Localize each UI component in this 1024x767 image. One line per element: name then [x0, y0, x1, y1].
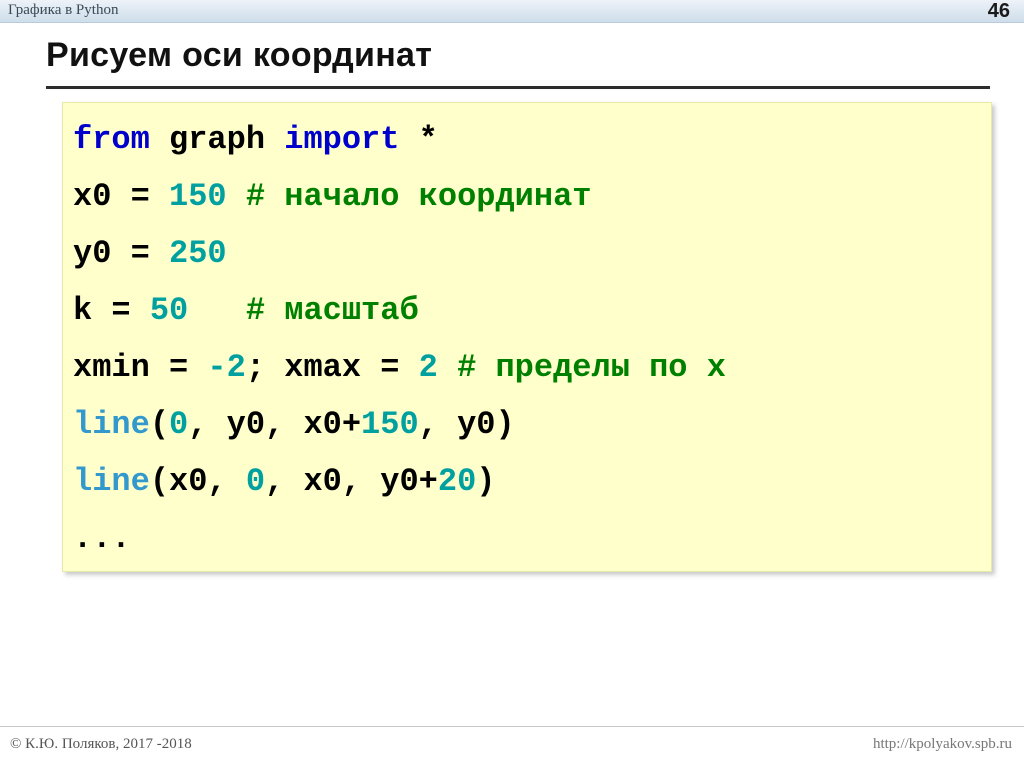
header-bar: Графика в Python [0, 0, 1024, 23]
code-token: , y0) [418, 406, 515, 443]
code-text: from graph import * x0 = 150 # начало коо… [73, 111, 985, 567]
code-token: , y0, x0+ [188, 406, 362, 443]
code-token: 0 [169, 406, 189, 443]
code-token: xmin = [73, 349, 208, 386]
code-line: xmin = -2; xmax = 2 # пределы по x [73, 339, 985, 396]
code-token: -2 [207, 349, 246, 386]
code-token: 150 [169, 178, 227, 215]
code-token: ; xmax = [245, 349, 419, 386]
code-token: # пределы по x [457, 349, 726, 386]
code-token: from [73, 121, 150, 158]
code-line: ... [73, 510, 985, 567]
code-token: import [284, 121, 400, 158]
code-token: * [399, 121, 438, 158]
code-token: ... [73, 520, 131, 557]
footer-divider [0, 726, 1024, 727]
code-token: k = [73, 292, 150, 329]
code-token: line [73, 463, 150, 500]
code-line: from graph import * [73, 111, 985, 168]
code-block: from graph import * x0 = 150 # начало коо… [62, 102, 992, 572]
code-line: x0 = 150 # начало координат [73, 168, 985, 225]
code-line: k = 50 # масштаб [73, 282, 985, 339]
code-token: line [73, 406, 150, 443]
footer-copyright: © К.Ю. Поляков, 2017 -2018 [10, 736, 192, 752]
code-line: y0 = 250 [73, 225, 985, 282]
code-token: 150 [361, 406, 419, 443]
header-title: Графика в Python [8, 2, 119, 18]
code-token: 20 [437, 463, 477, 500]
code-token: graph [149, 121, 285, 158]
slide: Графика в Python 46 Рисуем оси координат… [0, 0, 1024, 767]
code-line: line(x0, 0, x0, y0+20) [73, 453, 985, 510]
code-token: y0 = [73, 235, 170, 272]
code-token: # начало координат [245, 178, 592, 215]
page-title: Рисуем оси координат [46, 36, 433, 74]
title-divider [46, 86, 990, 89]
code-token: 0 [245, 463, 266, 500]
code-token: x0 = [73, 178, 170, 215]
code-token: 50 [149, 292, 189, 329]
code-token: # масштаб [245, 292, 419, 329]
code-line: line(0, y0, x0+150, y0) [73, 396, 985, 453]
code-token: , x0, y0+ [265, 463, 438, 500]
slide-number: 46 [987, 0, 1010, 22]
code-token: ( [149, 406, 170, 443]
code-token: 250 [169, 235, 227, 272]
code-token: ) [476, 463, 496, 500]
footer-url[interactable]: http://kpolyakov.spb.ru [873, 736, 1012, 753]
code-token: 2 [418, 349, 438, 386]
code-token: (x0, [149, 463, 246, 500]
